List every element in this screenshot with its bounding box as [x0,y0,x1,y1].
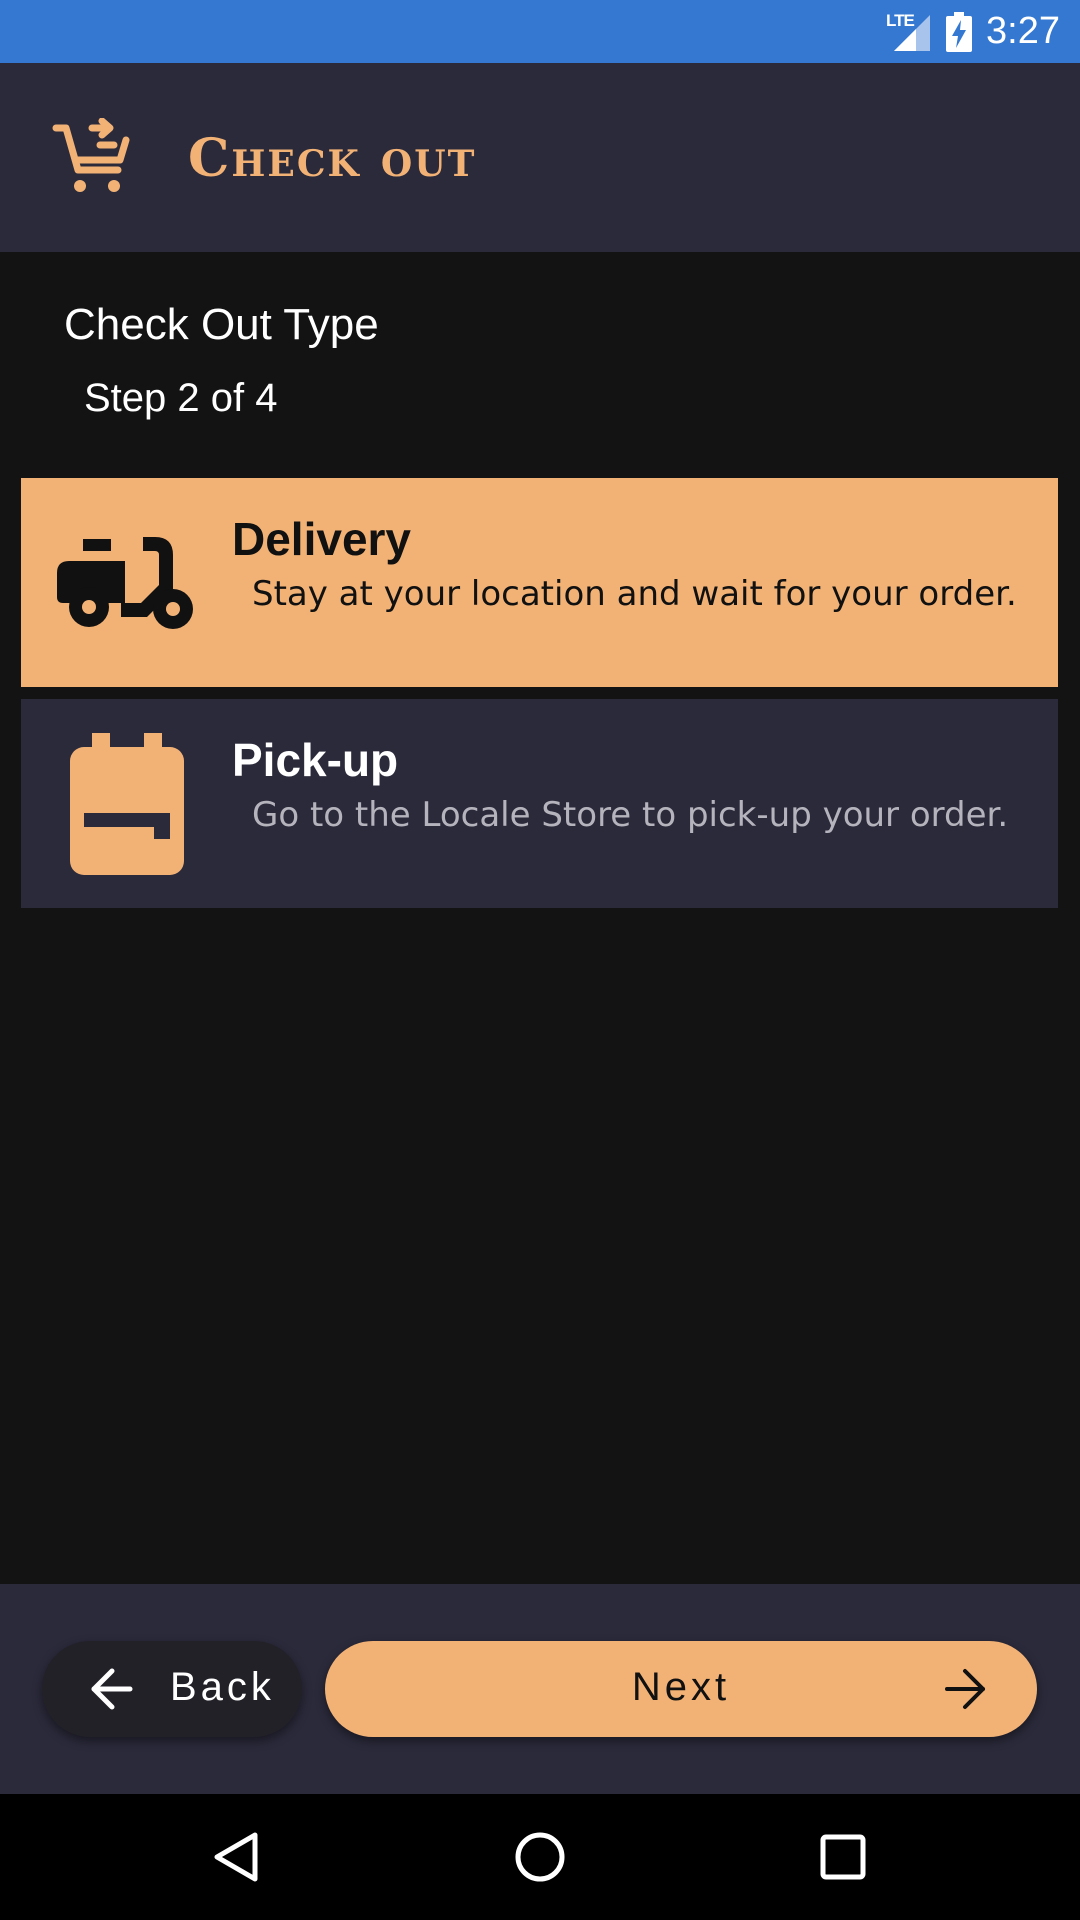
back-button[interactable]: Back [42,1641,302,1737]
option-title: Pick-up [232,734,399,786]
clock: 3:27 [986,10,1060,52]
battery-charging-icon [946,11,973,52]
section-title: Check Out Type [64,300,379,349]
delivery-option[interactable]: Delivery Stay at your location and wait … [21,478,1058,687]
option-description: Stay at your location and wait for your … [252,574,1017,614]
pickup-option[interactable]: Pick-up Go to the Locale Store to pick-u… [21,699,1058,908]
back-button-label: Back [170,1665,275,1709]
system-nav-bar [0,1794,1080,1920]
cart-arrow-icon[interactable] [52,118,132,198]
app-bar: Check out [0,63,1080,252]
status-bar: LTE 3:27 [0,0,1080,63]
scooter-icon [57,537,193,629]
option-title: Delivery [232,513,412,565]
step-indicator: Step 2 of 4 [84,376,278,420]
arrow-left-icon [91,1668,133,1710]
bottom-action-bar: Back Next [0,1584,1080,1794]
page-title: Check out [188,127,477,189]
next-button[interactable]: Next [325,1641,1037,1737]
signal-icon: LTE [886,11,932,53]
recents-square-icon[interactable] [813,1827,873,1887]
next-button-label: Next [631,1665,731,1709]
home-circle-icon[interactable] [510,1827,570,1887]
back-triangle-icon[interactable] [207,1827,267,1887]
arrow-right-icon [945,1669,985,1709]
status-icons: LTE 3:27 [886,0,1060,63]
bag-icon [70,733,184,875]
option-description: Go to the Locale Store to pick-up your o… [252,795,1009,835]
